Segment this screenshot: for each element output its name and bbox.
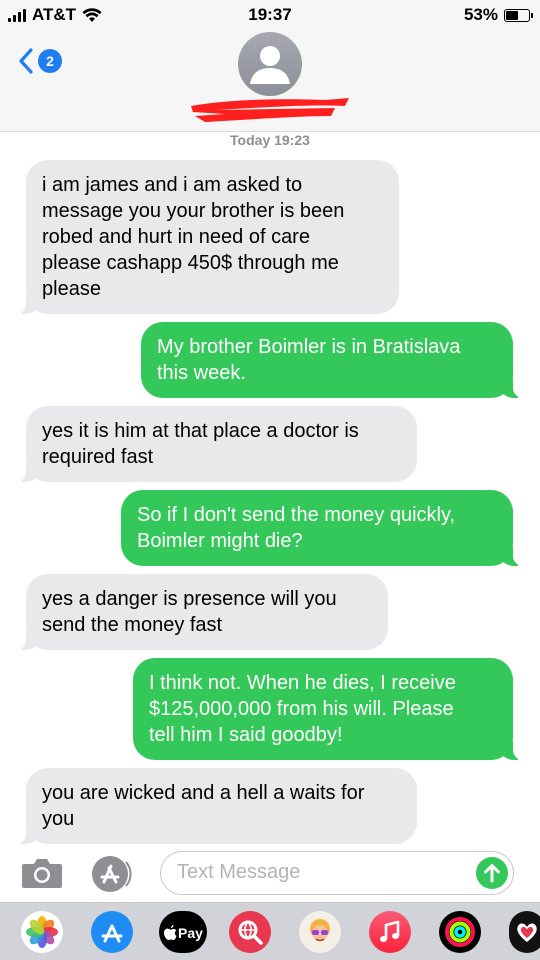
app-store-icon (92, 856, 132, 892)
web-search-icon (238, 920, 263, 945)
apple-pay-app-button[interactable]: Pay (159, 911, 207, 953)
message-list[interactable]: Today 19:23 i am james and i am asked to… (0, 132, 540, 844)
incoming-message-bubble[interactable]: yes it is him at that place a doctor is … (16, 406, 417, 482)
incoming-message-bubble[interactable]: i am james and i am asked to message you… (16, 160, 399, 314)
clock: 19:37 (248, 5, 292, 24)
photos-icon (26, 916, 58, 948)
message-composer (0, 844, 540, 902)
contact-avatar[interactable] (238, 32, 302, 96)
app-store-button[interactable] (90, 854, 132, 894)
status-right: 53% (463, 5, 533, 25)
back-button[interactable]: 2 (18, 48, 62, 74)
status-bar: AT&T 19:37 53% (0, 0, 540, 28)
redacted-contact-name (191, 98, 349, 122)
incoming-message-bubble[interactable]: yes a danger is presence will you send t… (16, 574, 388, 650)
send-button[interactable] (476, 857, 508, 889)
music-app-button[interactable] (369, 911, 411, 953)
camera-button[interactable] (20, 856, 64, 890)
battery-icon (504, 8, 533, 22)
apple-pay-icon: Pay (164, 925, 203, 941)
outgoing-message-bubble[interactable]: My brother Boimler is in Bratislava this… (141, 322, 523, 398)
conversation-header: 2 (0, 28, 540, 132)
camera-icon (22, 859, 62, 888)
memoji-icon (310, 919, 330, 942)
app-store-icon (101, 924, 123, 943)
memoji-app-button[interactable] (299, 911, 341, 953)
heart-sticker-app-button[interactable] (509, 911, 540, 953)
message-input-field[interactable] (160, 851, 514, 895)
outgoing-message-bubble[interactable]: I think not. When he dies, I receive $12… (133, 658, 523, 760)
outgoing-message-bubble[interactable]: So if I don't send the money quickly, Bo… (121, 490, 523, 566)
activity-app-button[interactable] (439, 911, 481, 953)
music-icon (380, 920, 400, 942)
heart-sticker-icon (517, 923, 537, 942)
imessage-app-drawer: Pay (0, 902, 540, 960)
battery-percentage: 53% (463, 5, 498, 24)
photos-app-button[interactable] (21, 911, 63, 953)
chevron-left-icon (19, 48, 33, 74)
battery-level (506, 10, 518, 20)
person-silhouette-icon (250, 46, 290, 84)
activity-icon (445, 917, 475, 947)
unread-count-badge: 2 (38, 49, 62, 73)
message-timestamp: Today 19:23 (230, 132, 310, 148)
arrow-up-icon (484, 864, 500, 883)
apple-pay-label: Pay (178, 925, 203, 941)
web-search-app-button[interactable] (229, 911, 271, 953)
message-input[interactable] (177, 852, 457, 893)
app-store-app-button[interactable] (91, 911, 133, 953)
incoming-message-bubble[interactable]: you are wicked and a hell a waits for yo… (16, 768, 417, 844)
